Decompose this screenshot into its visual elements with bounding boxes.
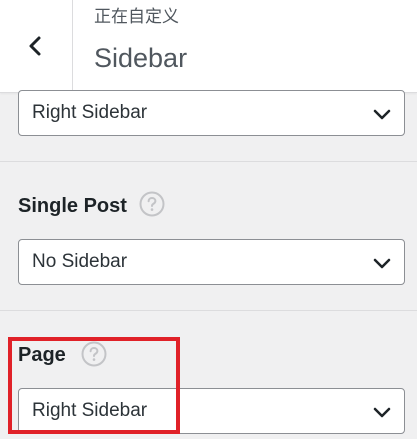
single-post-sidebar-select[interactable]: No Sidebar xyxy=(18,239,405,285)
section-title: Sidebar xyxy=(94,43,188,73)
help-icon[interactable] xyxy=(139,191,165,217)
page-label: Page xyxy=(18,344,66,366)
select-value: No Sidebar xyxy=(32,251,128,272)
customizer-header: 正在自定义 Sidebar xyxy=(0,0,417,93)
back-button[interactable] xyxy=(0,0,73,92)
section-divider xyxy=(0,310,417,311)
help-icon[interactable] xyxy=(81,341,107,367)
default-sidebar-select[interactable]: Right Sidebar xyxy=(18,90,405,136)
header-text: 正在自定义 Sidebar xyxy=(94,6,187,76)
chevron-left-icon xyxy=(29,36,41,56)
select-value: Right Sidebar xyxy=(32,400,148,421)
section-divider xyxy=(0,161,417,162)
chevron-down-icon xyxy=(373,109,391,120)
single-post-label: Single Post xyxy=(18,195,127,217)
chevron-down-icon xyxy=(373,258,391,269)
customizing-label: 正在自定义 xyxy=(94,7,179,27)
chevron-down-icon xyxy=(373,407,391,418)
page-sidebar-select[interactable]: Right Sidebar xyxy=(18,388,405,434)
select-value: Right Sidebar xyxy=(32,102,148,123)
